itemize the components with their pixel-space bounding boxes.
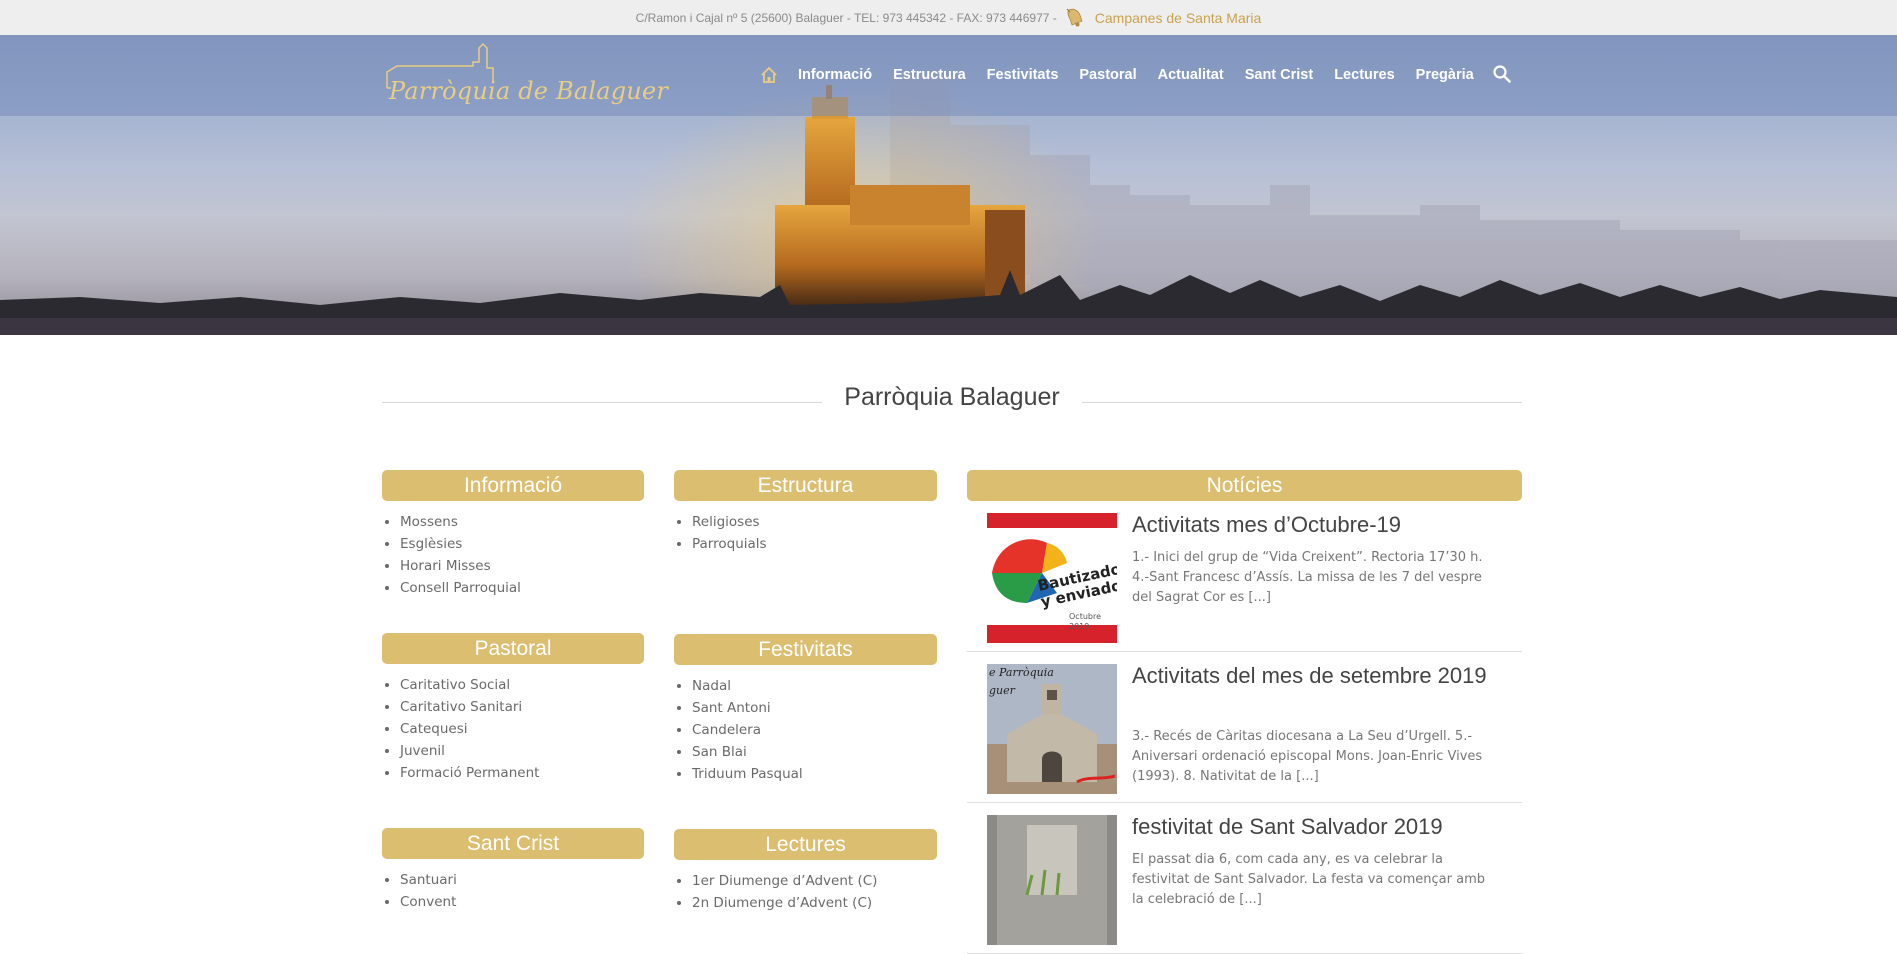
list-item[interactable]: Sant Antoni (692, 700, 771, 716)
list-item[interactable]: Triduum Pasqual (692, 766, 803, 782)
nav-pastoral[interactable]: Pastoral (1079, 67, 1136, 83)
widget-title: Sant Crist (382, 828, 644, 859)
widget-title: Pastoral (382, 633, 644, 664)
news-thumbnail[interactable]: Bautizados y enviados Octubre 2019 (987, 513, 1117, 643)
widget-title: Informació (382, 470, 644, 501)
nav-pregaria[interactable]: Pregària (1416, 67, 1474, 83)
list-item[interactable]: Juvenil (400, 743, 445, 759)
home-icon[interactable] (760, 66, 778, 84)
news-thumbnail[interactable] (987, 815, 1117, 945)
widget-list: Mossens Esglèsies Horari Misses Consell … (382, 511, 644, 599)
widget-list: Caritativo Social Caritativo Sanitari Ca… (382, 674, 644, 784)
widget-list: 1er Diumenge d’Advent (C) 2n Diumenge d’… (674, 870, 937, 914)
widget-lectures: Lectures 1er Diumenge d’Advent (C) 2n Di… (674, 829, 937, 914)
news-item-excerpt: 3.- Recés de Càritas diocesana a La Seu … (1132, 729, 1483, 784)
widget-sant-crist: Sant Crist Santuari Convent (382, 828, 644, 913)
list-item[interactable]: 1er Diumenge d’Advent (C) (692, 873, 877, 889)
widget-estructura: Estructura Religioses Parroquials (674, 470, 937, 555)
bells-link[interactable]: Campanes de Santa Maria (1095, 10, 1262, 26)
news-item-title[interactable]: Activitats del mes de setembre 2019 (1132, 662, 1492, 689)
list-item[interactable]: Santuari (400, 872, 457, 888)
widget-title: Estructura (674, 470, 937, 501)
widget-list: Religioses Parroquials (674, 511, 937, 555)
list-item[interactable]: Formació Permanent (400, 765, 539, 781)
widget-title: Festivitats (674, 634, 937, 665)
news-item[interactable]: Bautizados y enviados Octubre 2019 Activ… (967, 501, 1522, 652)
page-title: Parròquia Balaguer (382, 383, 1522, 412)
list-item[interactable]: Candelera (692, 722, 761, 738)
list-item[interactable]: Caritativo Social (400, 677, 510, 693)
list-item[interactable]: Esglèsies (400, 536, 462, 552)
widget-list: Santuari Convent (382, 869, 644, 913)
nav-actualitat[interactable]: Actualitat (1158, 67, 1224, 83)
thumb-text: guer (989, 684, 1016, 697)
nav-lectures[interactable]: Lectures (1334, 67, 1394, 83)
list-item[interactable]: Catequesi (400, 721, 468, 737)
bell-icon[interactable] (1063, 6, 1087, 30)
widget-festivitats: Festivitats Nadal Sant Antoni Candelera … (674, 634, 937, 785)
nav-informacio[interactable]: Informació (798, 67, 872, 83)
thumb-text: Octubre (1069, 612, 1101, 621)
list-item[interactable]: Horari Misses (400, 558, 491, 574)
list-item[interactable]: Religioses (692, 514, 760, 530)
list-item[interactable]: San Blai (692, 744, 747, 760)
list-item[interactable]: Mossens (400, 514, 458, 530)
widget-list: Nadal Sant Antoni Candelera San Blai Tri… (674, 675, 937, 785)
widget-pastoral: Pastoral Caritativo Social Caritativo Sa… (382, 633, 644, 784)
list-item[interactable]: Caritativo Sanitari (400, 699, 522, 715)
list-item[interactable]: Nadal (692, 678, 731, 694)
widget-informacio: Informació Mossens Esglèsies Horari Miss… (382, 470, 644, 599)
list-item[interactable]: 2n Diumenge d’Advent (C) (692, 895, 872, 911)
news-item-title[interactable]: festivitat de Sant Salvador 2019 (1132, 813, 1492, 840)
nav-festivitats[interactable]: Festivitats (987, 67, 1059, 83)
nav-sant-crist[interactable]: Sant Crist (1245, 67, 1314, 83)
widget-title: Lectures (674, 829, 937, 860)
list-item[interactable]: Convent (400, 894, 456, 910)
list-item[interactable]: Parroquials (692, 536, 767, 552)
main-nav: Informació Estructura Festivitats Pastor… (760, 66, 1495, 84)
list-item[interactable]: Consell Parroquial (400, 580, 521, 596)
news-item[interactable]: festivitat de Sant Salvador 2019 El pass… (967, 803, 1522, 954)
thumb-text: e Parròquia (989, 666, 1054, 679)
news-item-excerpt: El passat dia 6, com cada any, es va cel… (1132, 852, 1485, 907)
contact-address: C/Ramon i Cajal nº 5 (25600) Balaguer - … (635, 10, 1057, 25)
search-icon[interactable] (1492, 64, 1512, 84)
page-title-text: Parròquia Balaguer (832, 383, 1072, 411)
page-title-section: Parròquia Balaguer (382, 383, 1522, 413)
news-item[interactable]: e Parròquia guer Activitats del mes de s… (967, 652, 1522, 803)
thumb-text: 2019 (1069, 622, 1089, 631)
news-item-excerpt: 1.- Inici del grup de “Vida Creixent”. R… (1132, 550, 1483, 605)
site-logo-text[interactable]: Parròquia de Balaguer (389, 77, 668, 105)
news-thumbnail[interactable]: e Parròquia guer (987, 664, 1117, 794)
top-info-bar: C/Ramon i Cajal nº 5 (25600) Balaguer - … (0, 0, 1897, 35)
nav-estructura[interactable]: Estructura (893, 67, 966, 83)
news-item-title[interactable]: Activitats mes d’Octubre-19 (1132, 511, 1492, 538)
news-title: Notícies (967, 470, 1522, 501)
news-widget: Notícies Bautizados y enviados Octubre 2… (967, 470, 1522, 954)
